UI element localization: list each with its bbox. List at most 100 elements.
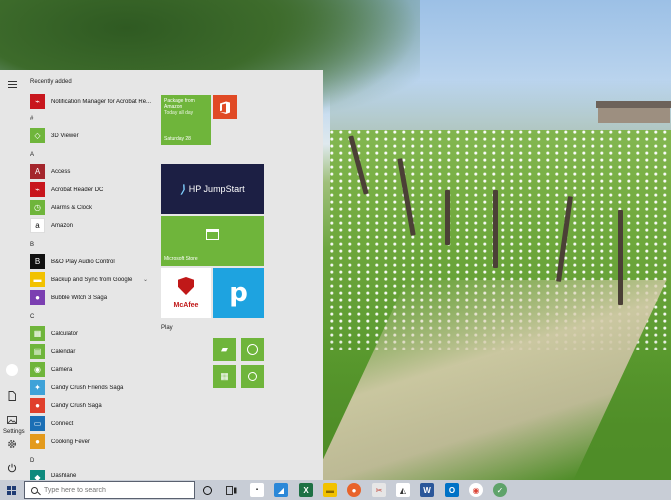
app-candy-crush-saga[interactable]: ● Candy Crush Saga [30,398,156,413]
tile-groove[interactable] [241,338,264,361]
office-icon [220,101,230,114]
section-d[interactable]: D [30,458,34,464]
app-label: Acrobat Reader DC [51,186,104,193]
app-bo-play[interactable]: B B&O Play Audio Control [30,254,156,269]
wallpaper-house [596,101,671,123]
tile-hp-jumpstart[interactable]: ⟩ HP JumpStart [161,164,264,214]
task-view-icon[interactable] [224,483,238,497]
store-bag-icon [206,229,219,240]
app-label: Connect [51,420,74,427]
app-3d-viewer[interactable]: ◇ 3D Viewer [30,128,156,143]
tile-office[interactable] [213,95,237,119]
webcam-icon [248,372,257,381]
fence-post [493,190,498,268]
app-label: Amazon [51,222,74,229]
hp-logo-icon: ⟩ [180,183,185,196]
cortana-icon[interactable] [200,483,214,497]
tile-mcafee[interactable]: McAfee [161,268,211,318]
tile-calculator-small[interactable]: ▦ [213,365,236,388]
app-label: B&O Play Audio Control [51,258,115,265]
taskbar-search[interactable] [24,481,195,499]
firefox-icon[interactable]: ● [347,483,361,497]
section-c[interactable]: C [30,314,34,320]
documents-icon[interactable] [4,388,20,404]
access-icon: A [30,164,45,179]
fence-post [445,190,450,245]
app-backup-sync[interactable]: ▬ Backup and Sync from Google ⌄ [30,272,156,287]
security-shield-icon[interactable]: ✓ [493,483,507,497]
photos-icon[interactable]: ◭ [396,483,410,497]
app-label: Notification Manager for Acrobat Re... [51,98,152,105]
start-menu: Settings Recently added ⌁ Notification M… [0,70,323,480]
network-app-icon[interactable]: ◢ [274,483,288,497]
tile-movies[interactable]: ▰ [213,338,236,361]
acrobat-icon: ⌁ [30,182,45,197]
clock-icon: ◷ [30,200,45,215]
tile-microsoft-store[interactable]: Microsoft Store [161,216,264,266]
power-icon[interactable] [4,460,20,476]
app-calendar[interactable]: ▤ Calendar [30,344,156,359]
search-input[interactable] [44,486,194,494]
mcafee-label: McAfee [173,302,199,309]
hp-app-icon[interactable]: ▪ [250,483,264,497]
app-dashlane[interactable]: ◆ Dashlane [30,470,156,480]
calculator-icon: ▦ [30,326,45,341]
clapperboard-icon: ▰ [221,344,228,354]
cooking-fever-icon: ● [30,434,45,449]
chevron-down-icon[interactable]: ⌄ [143,276,148,283]
hamburger-icon[interactable] [4,76,20,92]
section-hash[interactable]: # [30,116,33,122]
file-explorer-icon[interactable]: ▬ [323,483,337,497]
settings-gear-icon[interactable] [4,436,20,452]
windows-logo-icon [6,485,16,495]
tile-group-play[interactable]: Play [161,325,173,331]
chrome-icon[interactable]: ◉ [469,483,483,497]
app-label: Calculator [51,330,79,337]
word-icon[interactable]: W [420,483,434,497]
app-candy-crush-friends[interactable]: ✦ Candy Crush Friends Saga [30,380,156,395]
connect-icon: ▭ [30,416,45,431]
section-recently-added: Recently added [30,79,72,85]
app-alarms-clock[interactable]: ◷ Alarms & Clock [30,200,156,215]
camera-icon: ◉ [30,362,45,377]
tile-webcam[interactable] [241,365,264,388]
app-label: Candy Crush Friends Saga [51,384,124,391]
tile-calendar[interactable]: Package from Amazon Today all day Saturd… [161,95,211,145]
pictures-icon[interactable] [4,412,20,428]
app-list: Recently added ⌁ Notification Manager fo… [28,70,158,480]
app-label: Backup and Sync from Google [51,276,133,283]
excel-icon[interactable]: X [299,483,313,497]
start-button[interactable] [0,480,22,500]
tile-pandora[interactable]: p [213,268,264,318]
app-camera[interactable]: ◉ Camera [30,362,156,377]
calendar-icon: ▤ [30,344,45,359]
candy-crush-icon: ● [30,398,45,413]
snipping-tool-icon[interactable]: ✂ [372,483,386,497]
app-label: 3D Viewer [51,132,79,139]
section-b[interactable]: B [30,242,34,248]
hp-jumpstart-label: HP JumpStart [188,184,245,194]
app-amazon[interactable]: a Amazon [30,218,156,233]
calendar-tile-line3: Today all day [164,110,194,116]
app-connect[interactable]: ▭ Connect [30,416,156,431]
folder-icon: ▬ [30,272,45,287]
candy-crush-friends-icon: ✦ [30,380,45,395]
search-icon [31,486,38,494]
app-cooking-fever[interactable]: ● Cooking Fever [30,434,156,449]
disc-icon [247,344,258,355]
user-avatar-icon[interactable] [4,362,20,378]
app-label: Bubble Witch 3 Saga [51,294,108,301]
fence-post [618,210,623,305]
app-label: Candy Crush Saga [51,402,102,409]
app-access[interactable]: A Access [30,164,156,179]
outlook-icon[interactable]: O [445,483,459,497]
taskbar: ▪ ◢ X ▬ ● ✂ ◭ W O ◉ ✓ [0,480,671,500]
app-bubble-witch[interactable]: ● Bubble Witch 3 Saga [30,290,156,305]
app-label: Alarms & Clock [51,204,93,211]
mcafee-shield-icon [178,277,194,295]
app-notification-manager[interactable]: ⌁ Notification Manager for Acrobat Re... [30,94,156,109]
app-calculator[interactable]: ▦ Calculator [30,326,156,341]
app-acrobat-reader[interactable]: ⌁ Acrobat Reader DC [30,182,156,197]
section-a[interactable]: A [30,152,34,158]
dashlane-icon: ◆ [30,470,45,480]
